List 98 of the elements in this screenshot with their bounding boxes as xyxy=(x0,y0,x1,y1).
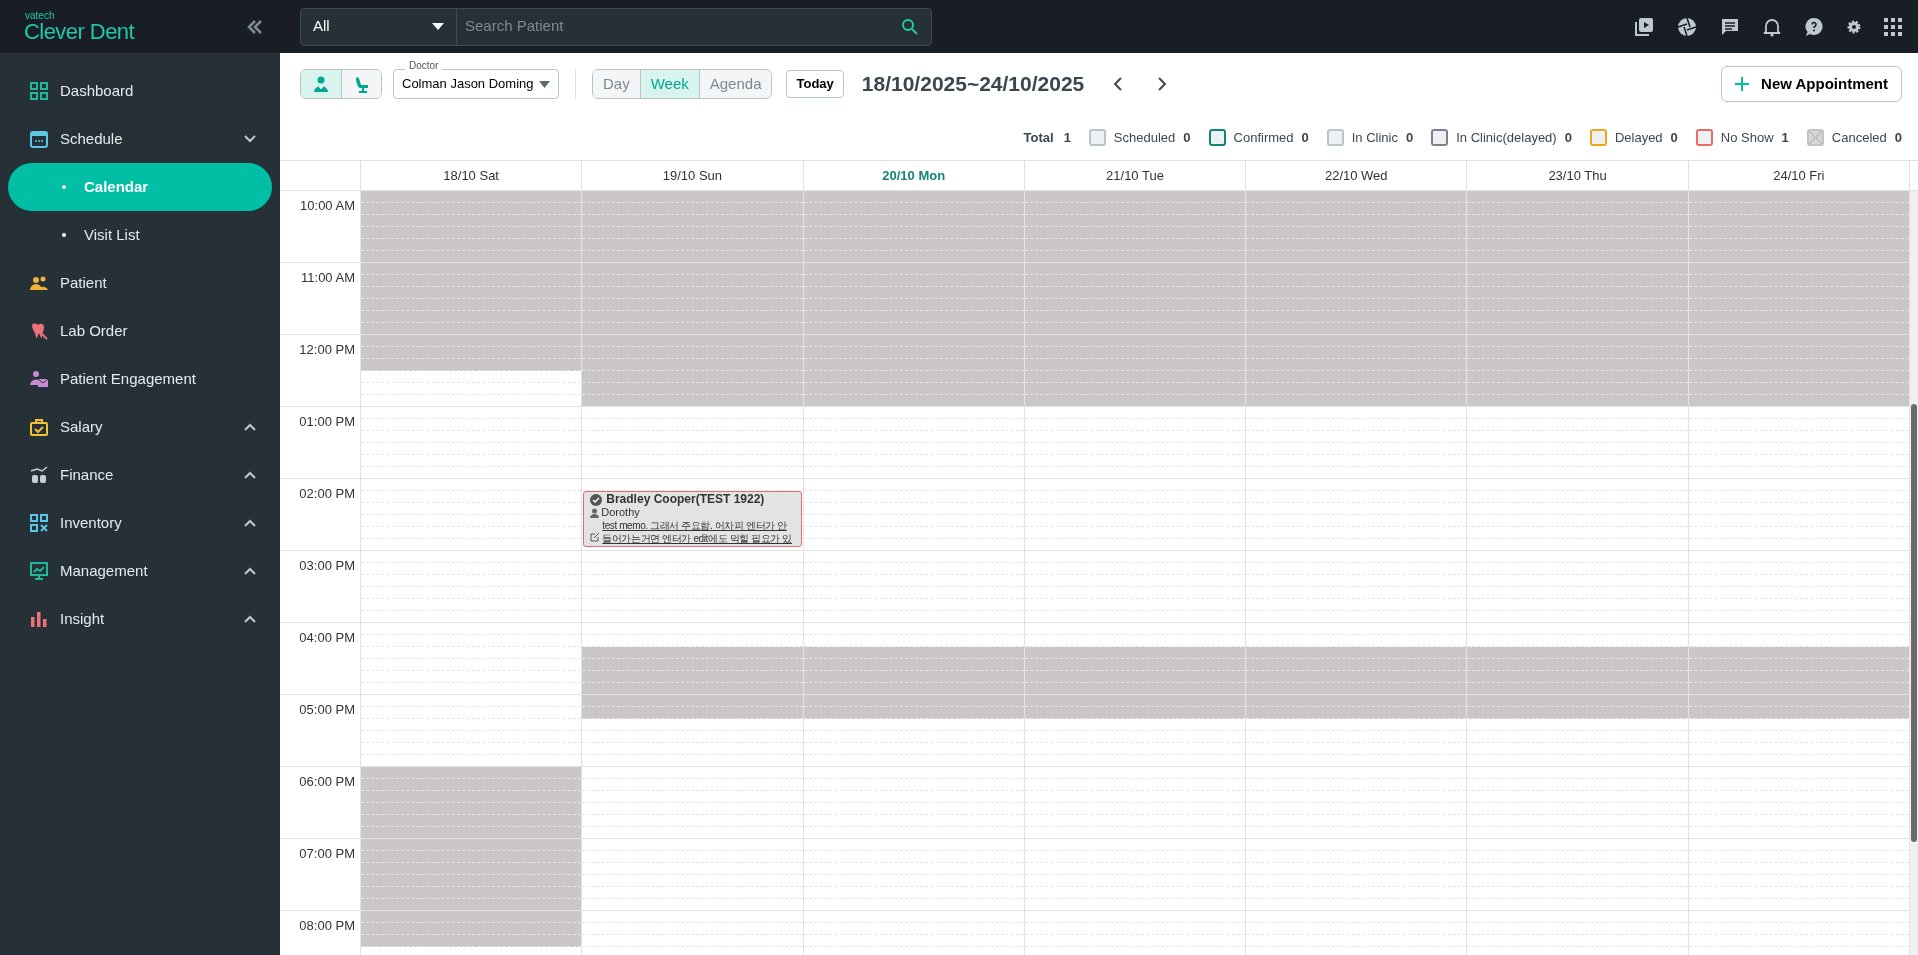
day-header: 24/10 Fri xyxy=(1688,161,1910,190)
status-count: 0 xyxy=(1564,128,1572,147)
help-icon[interactable] xyxy=(1804,16,1824,37)
dropdown-caret-icon xyxy=(432,22,444,31)
day-header: 21/10 Tue xyxy=(1024,161,1247,190)
bullet-icon xyxy=(62,185,66,189)
brand-name: Clever Dent xyxy=(24,20,135,43)
patient-name: Bradley Cooper(TEST 1922) xyxy=(606,493,765,506)
time-label: 03:00 PM xyxy=(299,558,355,573)
total-label: Total xyxy=(1023,128,1054,147)
bell-icon[interactable] xyxy=(1763,16,1781,37)
date-range: 18/10/2025~24/10/2025 xyxy=(861,71,1085,98)
appointment-card[interactable]: Bradley Cooper(TEST 1922) Dorothy test memo. 그래서 주요함. 어차피 엔터가 안 들어가는거면 엔터가 edit에도 먹힐 필요가 있 xyxy=(583,491,802,547)
chat-icon[interactable] xyxy=(1720,16,1740,37)
time-label: 08:00 PM xyxy=(299,918,355,933)
chevron-up-icon xyxy=(244,471,256,479)
status-label: In Clinic xyxy=(1351,128,1398,147)
memo-text: test memo. 그래서 주요함. 어차피 엔터가 안 xyxy=(602,519,787,532)
day-header: 20/10 Mon xyxy=(803,161,1025,190)
chevron-up-icon xyxy=(244,423,256,431)
dashboard-grid-icon xyxy=(29,81,49,101)
person-icon xyxy=(590,507,600,518)
status-count: 0 xyxy=(1183,128,1191,147)
status-count: 1 xyxy=(1781,128,1789,147)
memo-text: 들어가는거면 엔터가 edit에도 먹힐 필요가 있 xyxy=(602,532,792,545)
edit-icon xyxy=(590,532,601,542)
status-label: Canceled xyxy=(1831,128,1887,147)
sidebar-item[interactable]: Patient Engagement xyxy=(8,355,272,403)
bar-chart-icon xyxy=(29,609,49,629)
time-label: 01:00 PM xyxy=(299,414,355,429)
dropdown-caret-icon xyxy=(539,80,550,88)
chevron-up-icon xyxy=(244,519,256,527)
sidebar-item[interactable]: Insight xyxy=(8,595,272,643)
brand-maker: vatech xyxy=(25,10,56,21)
sidebar-item[interactable]: Patient xyxy=(8,259,272,307)
chevron-left-icon[interactable] xyxy=(1113,77,1124,91)
status-label: No Show xyxy=(1720,128,1774,147)
status-label: In Clinic(delayed) xyxy=(1456,128,1557,147)
status-count: 0 xyxy=(1670,128,1678,147)
bullet-icon xyxy=(62,233,66,237)
status-label: Scheduled xyxy=(1113,128,1176,147)
status-count: 0 xyxy=(1894,128,1902,147)
check-circle-icon xyxy=(590,493,603,506)
plus-icon xyxy=(1735,77,1750,91)
person-mail-icon xyxy=(29,369,49,389)
time-label: 11:00 AM xyxy=(301,270,355,285)
calendar-icon xyxy=(29,129,49,149)
doctor-icon xyxy=(312,75,330,93)
time-label: 12:00 PM xyxy=(299,342,355,357)
chevron-down-icon xyxy=(244,135,256,143)
day-header: 23/10 Thu xyxy=(1467,161,1689,190)
sidebar-item[interactable]: Management xyxy=(8,547,272,595)
day-header: 18/10 Sat xyxy=(361,161,583,190)
sidebar-item[interactable]: Salary xyxy=(8,403,272,451)
chevron-right-icon[interactable] xyxy=(1157,77,1168,91)
day-header: 19/10 Sun xyxy=(582,161,804,190)
time-label: 10:00 AM xyxy=(300,198,355,213)
tooth-icon xyxy=(29,321,49,341)
time-label: 05:00 PM xyxy=(299,702,355,717)
briefcase-check-icon xyxy=(29,417,49,437)
time-label: 06:00 PM xyxy=(299,774,355,789)
apps-grid-icon[interactable] xyxy=(1884,17,1902,36)
sidebar-item[interactable]: Inventory xyxy=(8,499,272,547)
category-dropdown[interactable]: All xyxy=(301,8,457,45)
monitor-chart-icon xyxy=(29,561,49,581)
time-label: 04:00 PM xyxy=(299,630,355,645)
scrollbar-thumb[interactable] xyxy=(1911,404,1917,842)
resource-toggle[interactable] xyxy=(341,70,381,98)
staff-name: Dorothy xyxy=(601,506,640,519)
status-label: Confirmed xyxy=(1233,128,1294,147)
today-button[interactable]: Today xyxy=(786,70,844,98)
sidebar-subitem[interactable]: Visit List xyxy=(8,211,272,259)
search-field[interactable]: Search Patient xyxy=(457,8,901,45)
search-icon[interactable] xyxy=(901,17,919,36)
time-label: 07:00 PM xyxy=(299,846,355,861)
sidebar-item[interactable]: Dashboard xyxy=(8,67,272,115)
aperture-icon[interactable] xyxy=(1677,16,1697,37)
scrollbar[interactable] xyxy=(1910,191,1918,955)
search-bar[interactable]: All Search Patient xyxy=(300,7,932,46)
resource-toggle[interactable] xyxy=(301,70,341,98)
sidebar-item[interactable]: Finance xyxy=(8,451,272,499)
settings-icon[interactable] xyxy=(1847,19,1861,34)
chevron-up-icon xyxy=(244,615,256,623)
status-count: 0 xyxy=(1301,128,1309,147)
field-label: Doctor xyxy=(405,60,443,72)
new-appointment-button[interactable]: New Appointment xyxy=(1721,66,1902,102)
coins-chart-icon xyxy=(29,465,49,485)
sidebar-item[interactable]: Schedule xyxy=(8,115,272,163)
video-playlist-icon[interactable] xyxy=(1634,16,1654,37)
time-label: 02:00 PM xyxy=(299,486,355,501)
sidebar-item[interactable]: Lab Order xyxy=(8,307,272,355)
status-count: 0 xyxy=(1406,128,1414,147)
day-header: 22/10 Wed xyxy=(1246,161,1468,190)
chevron-up-icon xyxy=(244,567,256,575)
collapse-icon[interactable] xyxy=(246,18,264,35)
total-count: 1 xyxy=(1063,128,1071,147)
qr-code-icon xyxy=(29,513,49,533)
status-label: Delayed xyxy=(1614,128,1663,147)
